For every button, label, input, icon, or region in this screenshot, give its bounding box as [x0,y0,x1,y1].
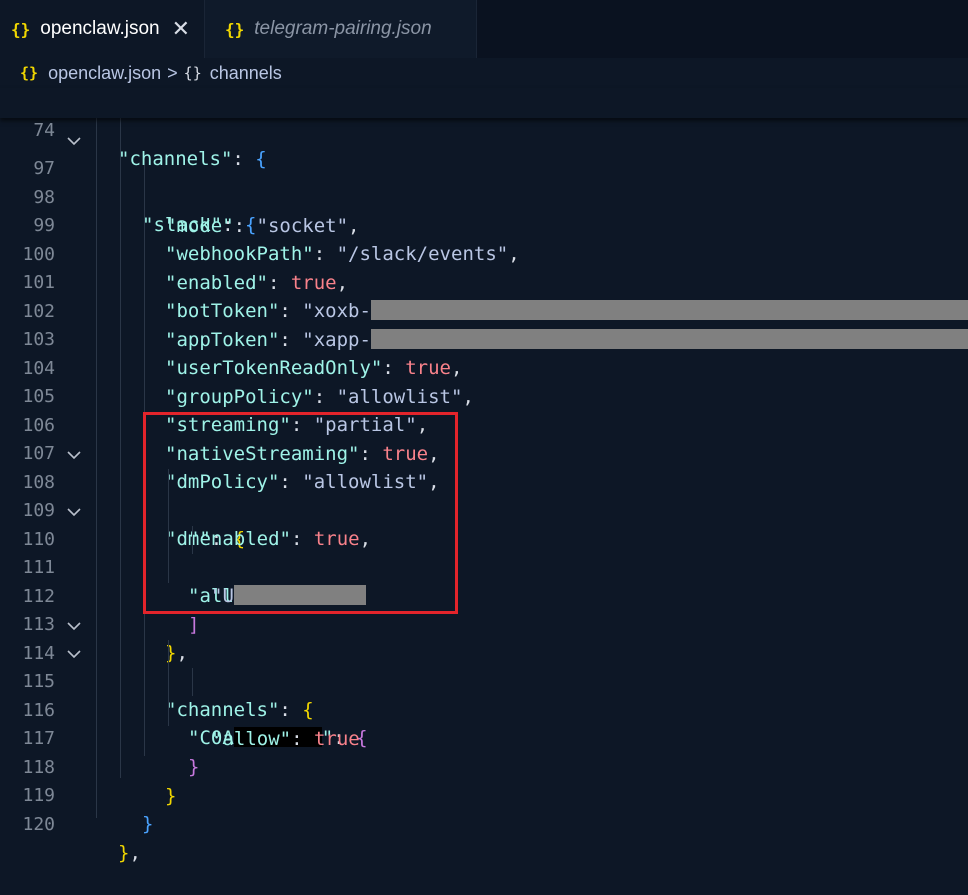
code-line: 114 "channels": { [0,612,968,721]
line-code: }, [118,842,141,864]
tab-label: openclaw.json [40,18,160,39]
tab-label: telegram-pairing.json [254,18,432,39]
line-number: 74 [33,120,55,141]
indent-guide [168,640,169,726]
sticky-scroll-header[interactable]: 74 "channels": { [0,88,968,170]
breadcrumb: {} openclaw.json > {} channels [0,58,968,88]
breadcrumb-file[interactable]: openclaw.json [48,63,161,84]
line-number: 120 [22,814,55,835]
line-code: } [142,813,154,835]
code-line: 115 "C0A ": { [0,640,968,749]
code-line: 74 "channels": { [0,89,968,170]
code-line: 118 } [0,726,968,807]
indent-guide [192,668,193,696]
code-line: 100 "enabled": true, [0,213,968,294]
code-line: 120 }, [0,783,968,864]
highlight-annotation-box [143,412,458,614]
line-code: "channels": { [118,148,267,170]
chevron-down-icon[interactable] [64,445,84,465]
chevron-down-icon[interactable] [64,502,84,522]
breadcrumb-symbol[interactable]: channels [210,63,282,84]
indent-guide [120,118,121,778]
code-line: 116 "allow": true [0,669,968,750]
code-line: 106 "nativeStreaming": true, [0,384,968,465]
tab-bar: {} openclaw.json ✕ {} telegram-pairing.j… [0,0,968,58]
chevron-down-icon[interactable] [64,644,84,664]
code-line: 119 } [0,754,968,835]
tab-openclaw-json[interactable]: {} openclaw.json ✕ [0,0,205,58]
tab-telegram-pairing-json[interactable]: {} telegram-pairing.json [205,0,477,58]
json-file-icon: {} [20,64,39,82]
chevron-right-icon: > [167,62,178,83]
indent-guide [96,118,97,818]
json-file-icon: {} [225,19,245,39]
code-line: 99 "webhookPath": "/slack/events", [0,184,968,265]
close-icon[interactable]: ✕ [172,17,190,42]
code-line: 104 "groupPolicy": "allowlist", [0,327,968,408]
code-line: 117 } [0,697,968,778]
code-line: 101 "botToken": "xoxb- [0,241,968,322]
object-symbol-icon: {} [183,64,202,82]
json-file-icon: {} [11,19,31,39]
chevron-down-icon[interactable] [64,616,84,636]
code-line: 102 "appToken": "xapp- [0,270,968,351]
code-line: 103 "userTokenReadOnly": true, [0,298,968,379]
code-line: 105 "streaming": "partial", [0,355,968,436]
